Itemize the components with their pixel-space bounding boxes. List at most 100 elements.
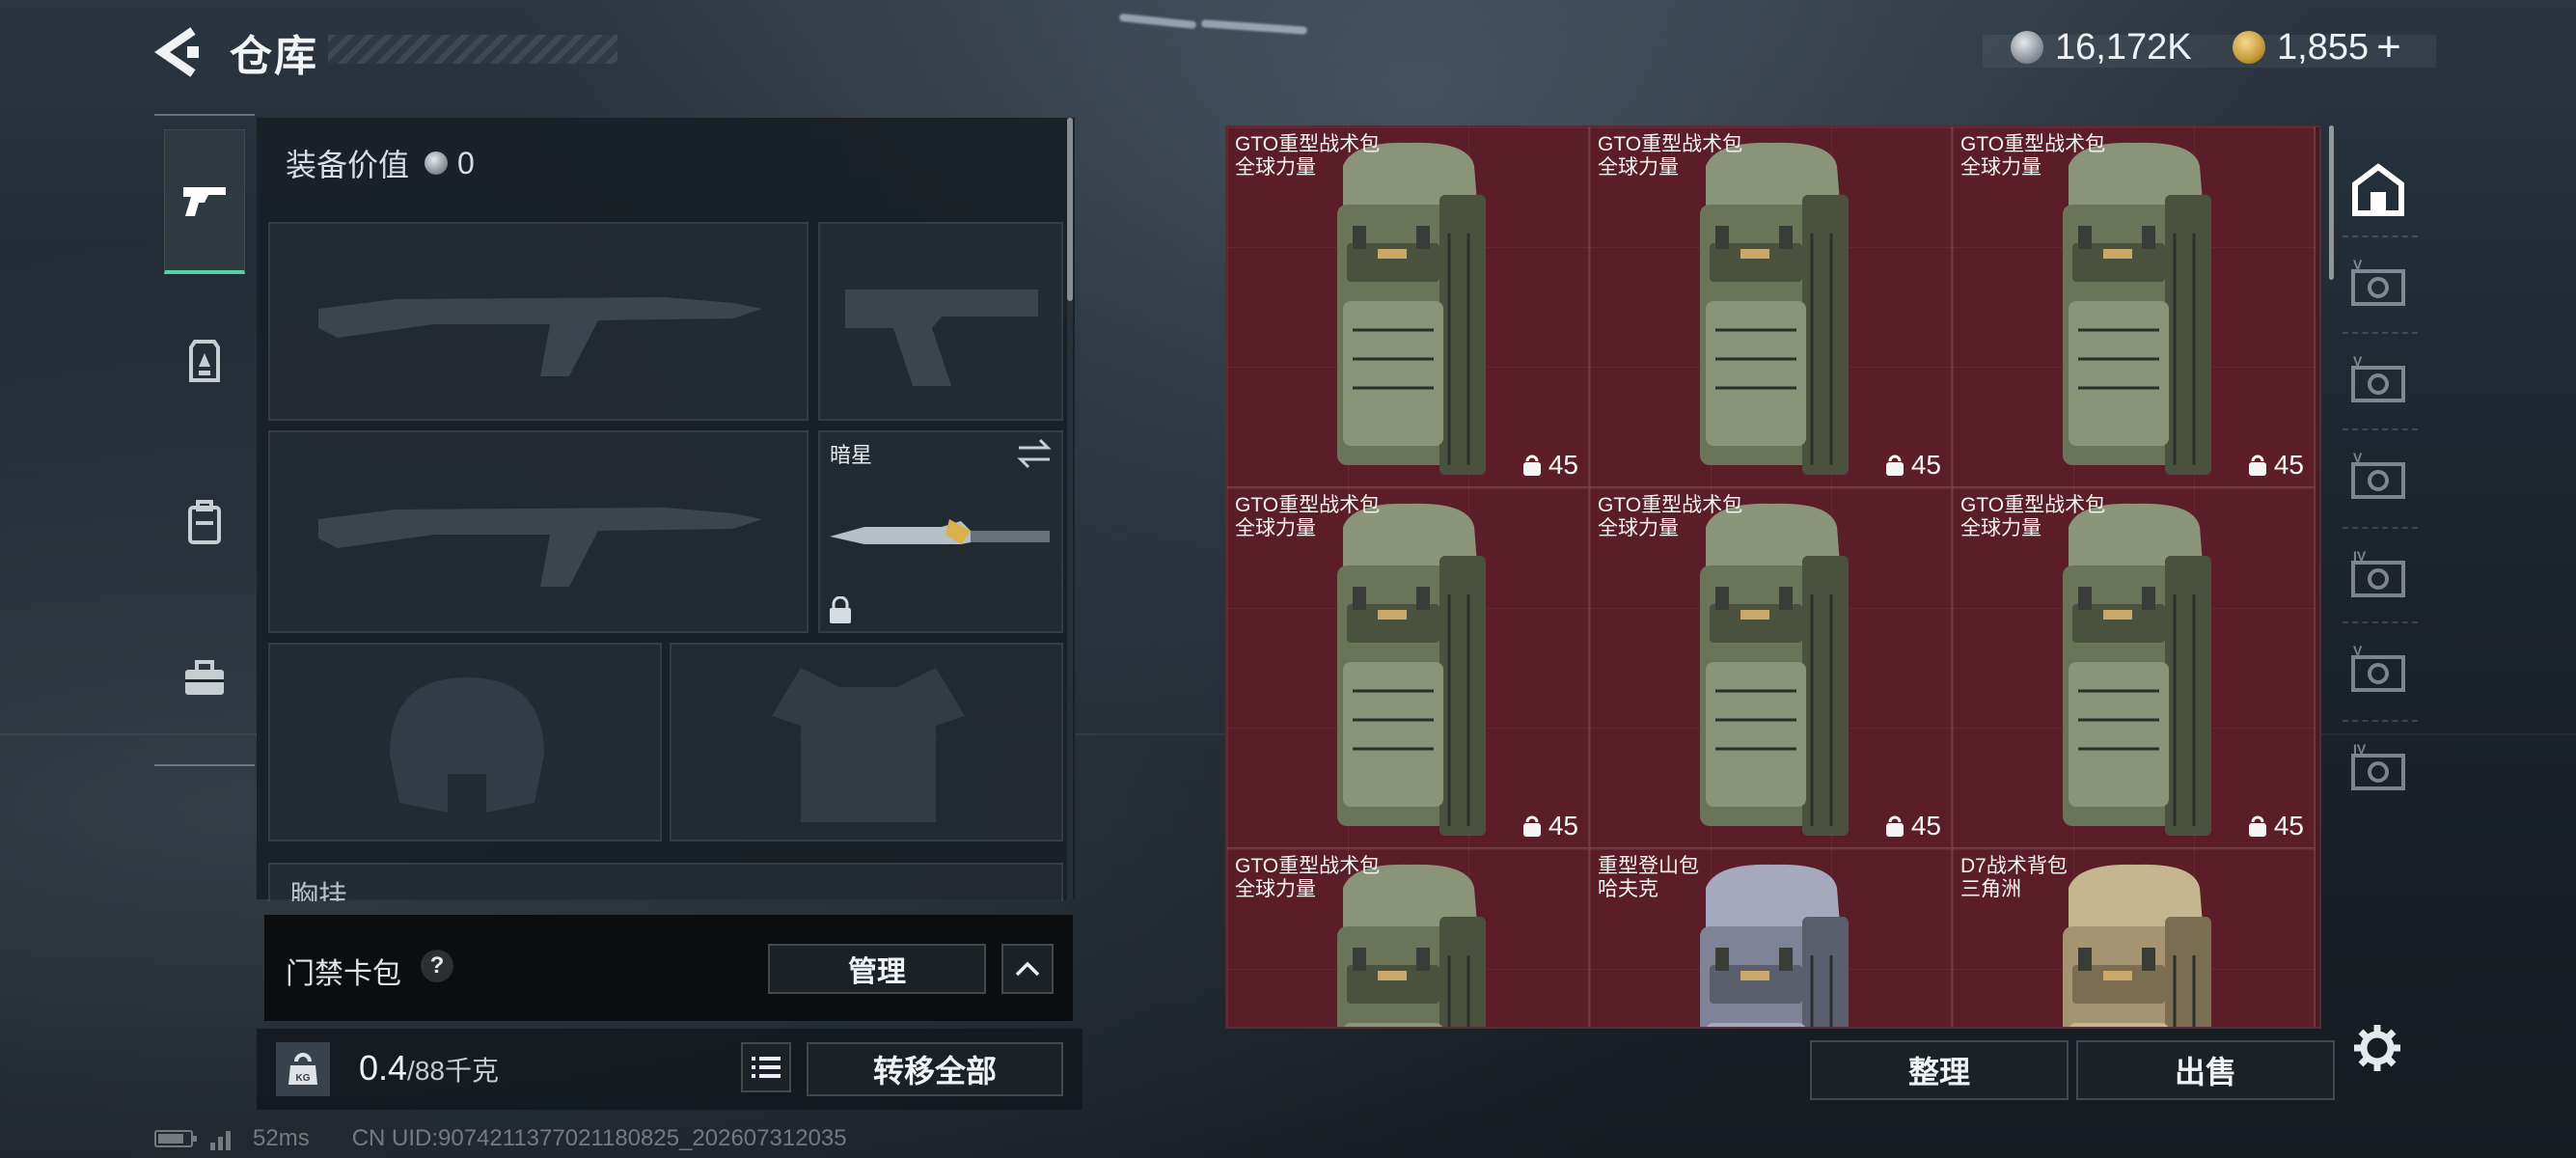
sell-button[interactable]: 出售 — [2076, 1040, 2335, 1100]
help-icon[interactable]: ? — [421, 950, 453, 982]
secondary-weapon-slot[interactable] — [268, 430, 808, 633]
svg-text:IV: IV — [2353, 549, 2367, 564]
equip-value-label: 装备价值 — [286, 148, 410, 182]
currency-gold[interactable]: 1,855 + — [2233, 23, 2401, 71]
sort-button[interactable]: 整理 — [1810, 1040, 2069, 1100]
backpack-image — [2063, 864, 2211, 1027]
currency-silver: 16,172K — [2011, 23, 2192, 71]
storage-item[interactable]: GTO重型战术包 全球力量 45 — [1953, 127, 2316, 488]
storage-v-icon[interactable]: V — [2346, 347, 2410, 411]
capacity-badge: 45 — [2247, 450, 2304, 481]
backpack-image — [1337, 503, 1486, 836]
currency-silver-value: 16,172K — [2055, 26, 2192, 68]
helmet-silhouette-icon — [390, 677, 544, 813]
item-brand: 全球力量 — [1235, 878, 1316, 900]
backpack-image — [1700, 864, 1849, 1027]
capacity-bag-icon — [1885, 455, 1904, 476]
weight-text: 0.4/88千克 — [359, 1048, 499, 1089]
melee-slot[interactable]: 暗星 — [818, 430, 1063, 633]
storage-item-label: D7战术背包 三角洲 — [1960, 855, 2068, 901]
storage-item[interactable]: GTO重型战术包 全球力量 45 — [1227, 488, 1590, 849]
storage-item[interactable]: GTO重型战术包 全球力量 45 — [1227, 127, 1590, 488]
item-brand: 三角洲 — [1960, 878, 2021, 900]
page-title: 仓库 — [230, 33, 318, 80]
capacity-value: 45 — [2273, 811, 2304, 841]
backpack-image — [1700, 142, 1849, 475]
chest-rig-slot[interactable]: 胸挂 — [268, 863, 1063, 901]
tab-weapons[interactable] — [164, 129, 245, 274]
list-icon — [752, 1057, 781, 1078]
signal-icon — [210, 1131, 231, 1150]
tab-divider — [2343, 720, 2418, 722]
storage-v-icon[interactable]: V — [2346, 251, 2410, 315]
storage-grid: GTO重型战术包 全球力量 45 GTO重型战术包 全球力量 45 GTO重型战术包 全球力量… — [1225, 125, 2321, 1029]
item-name: GTO重型战术包 — [1598, 494, 1743, 516]
storage-item[interactable]: GTO重型战术包 全球力量 — [1227, 849, 1590, 1027]
sidearm-slot[interactable] — [818, 222, 1063, 421]
tab-toolbox[interactable] — [164, 606, 245, 751]
vest-silhouette-icon — [772, 668, 965, 822]
tab-divider — [2343, 428, 2418, 430]
uid-text: CN UID:9074211377021180825_202607312035 — [351, 1125, 847, 1151]
lock-icon — [830, 596, 851, 623]
item-brand: 全球力量 — [1960, 156, 2042, 179]
list-view-button[interactable] — [741, 1042, 791, 1092]
backpack-image — [2063, 503, 2211, 836]
body-armor-slot[interactable] — [670, 643, 1063, 841]
tab-divider — [2343, 527, 2418, 529]
loadout-scrollbar[interactable] — [1067, 118, 1073, 301]
pistol-silhouette-icon — [845, 290, 1038, 386]
item-name: D7战术背包 — [1960, 855, 2068, 877]
swap-icon[interactable] — [1015, 438, 1054, 469]
add-currency-button[interactable]: + — [2376, 23, 2401, 71]
transfer-all-button[interactable]: 转移全部 — [807, 1042, 1063, 1096]
battery-icon — [154, 1130, 197, 1147]
title-decoration — [328, 35, 617, 64]
loadout-panel: 装备价值 0 暗星 胸挂 — [257, 118, 1075, 901]
storage-item[interactable]: GTO重型战术包 全球力量 45 — [1590, 127, 1953, 488]
storage-item-label: GTO重型战术包 全球力量 — [1598, 494, 1742, 540]
tab-backpack[interactable] — [164, 450, 245, 594]
back-arrow-icon[interactable] — [154, 27, 203, 77]
helmet-slot[interactable] — [268, 643, 662, 841]
manage-button[interactable]: 管理 — [768, 944, 986, 994]
backpack-image — [2063, 142, 2211, 475]
tab-divider — [2343, 332, 2418, 334]
weight-icon: KG — [276, 1042, 330, 1096]
storage-iv-icon[interactable]: IV — [2346, 542, 2410, 606]
storage-item-label: GTO重型战术包 全球力量 — [1960, 133, 2105, 179]
storage-item-label: GTO重型战术包 全球力量 — [1960, 494, 2105, 540]
capacity-value: 45 — [1548, 811, 1578, 841]
tab-armor[interactable] — [164, 290, 245, 434]
storage-item[interactable]: GTO重型战术包 全球力量 45 — [1590, 488, 1953, 849]
storage-scrollbar[interactable] — [2329, 125, 2334, 280]
item-name: GTO重型战术包 — [1960, 133, 2106, 155]
backpack-icon — [188, 500, 221, 544]
storage-iv-icon[interactable]: IV — [2346, 735, 2410, 799]
currency-gold-value: 1,855 — [2277, 26, 2370, 68]
knife-icon — [830, 519, 1050, 544]
capacity-badge: 45 — [1884, 811, 1941, 841]
capacity-badge: 45 — [1521, 811, 1578, 841]
keycard-bar: 门禁卡包 ? 管理 — [264, 915, 1073, 1021]
capacity-badge: 45 — [2247, 811, 2304, 841]
item-name: GTO重型战术包 — [1598, 133, 1743, 155]
storage-item[interactable]: GTO重型战术包 全球力量 45 — [1953, 488, 2316, 849]
storage-home-icon[interactable] — [2346, 158, 2410, 222]
svg-text:V: V — [2353, 451, 2363, 465]
capacity-bag-icon — [2248, 455, 2266, 476]
storage-item[interactable]: D7战术背包 三角洲 — [1953, 849, 2316, 1027]
chest-rig-label: 胸挂 — [289, 881, 347, 901]
settings-gear-icon[interactable] — [2352, 1023, 2402, 1078]
capacity-bag-icon — [2248, 815, 2266, 837]
storage-item-label: GTO重型战术包 全球力量 — [1235, 133, 1380, 179]
svg-text:V: V — [2353, 644, 2363, 658]
primary-weapon-slot[interactable] — [268, 222, 808, 421]
storage-item[interactable]: 重型登山包 哈夫克 — [1590, 849, 1953, 1027]
storage-v-icon[interactable]: V — [2346, 637, 2410, 701]
item-name: GTO重型战术包 — [1235, 494, 1381, 516]
weight-bar: KG 0.4/88千克 转移全部 — [257, 1029, 1082, 1110]
storage-v-icon[interactable]: V — [2346, 444, 2410, 508]
expand-button[interactable] — [1001, 944, 1054, 994]
armor-icon — [189, 340, 220, 382]
